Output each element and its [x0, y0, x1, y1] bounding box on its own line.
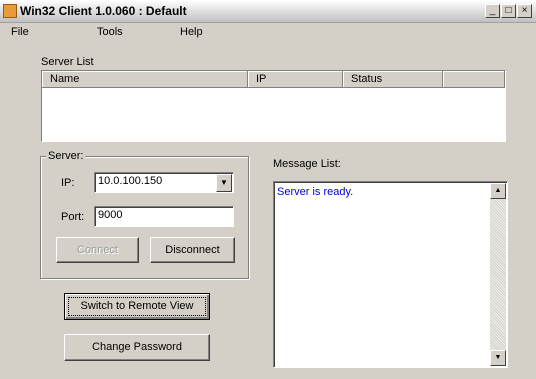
chevron-down-icon[interactable]: ▼ [216, 174, 232, 192]
message-scrollbar[interactable]: ▲ ▼ [490, 183, 506, 366]
column-status-label: Status [351, 73, 383, 85]
menu-file[interactable]: File [11, 26, 29, 38]
window-title: Win32 Client 1.0.060 : Default [20, 4, 187, 18]
server-list[interactable]: Name IP Status [41, 70, 506, 142]
connect-button[interactable]: Connect [56, 237, 139, 263]
title-bar[interactable]: Win32 Client 1.0.060 : Default _ □ × [0, 0, 536, 23]
port-label: Port: [61, 211, 85, 223]
server-list-label: Server List [41, 56, 94, 68]
column-header-blank[interactable] [443, 71, 505, 88]
column-ip-label: IP [256, 73, 267, 85]
menu-bar: File Tools Help [0, 23, 536, 41]
disconnect-button[interactable]: Disconnect [150, 237, 235, 263]
minimize-button[interactable]: _ [485, 4, 500, 18]
focus-indicator [68, 297, 206, 316]
column-name-label: Name [50, 73, 80, 85]
ip-label: IP: [61, 177, 75, 189]
scroll-down-icon[interactable]: ▼ [490, 350, 506, 366]
message-list[interactable]: Server is ready. ▲ ▼ [273, 181, 508, 368]
scroll-up-icon[interactable]: ▲ [490, 183, 506, 199]
close-button[interactable]: × [517, 4, 532, 18]
ip-value: 10.0.100.150 [98, 175, 163, 187]
change-password-button[interactable]: Change Password [64, 334, 210, 361]
column-header-ip[interactable]: IP [248, 71, 343, 88]
message-item: Server is ready. [277, 186, 354, 198]
column-header-name[interactable]: Name [42, 71, 248, 88]
port-field[interactable]: 9000 [94, 206, 234, 227]
column-header-status[interactable]: Status [343, 71, 443, 88]
app-icon [3, 4, 17, 18]
port-value: 9000 [98, 209, 123, 221]
main-window: Win32 Client 1.0.060 : Default _ □ × Fil… [0, 0, 536, 379]
server-group-label: Server: [46, 150, 86, 162]
ip-select[interactable]: 10.0.100.150 ▼ [94, 172, 234, 193]
menu-help[interactable]: Help [180, 26, 203, 38]
menu-tools[interactable]: Tools [97, 26, 123, 38]
maximize-button[interactable]: □ [501, 4, 516, 18]
message-list-label: Message List: [273, 158, 341, 170]
switch-to-remote-view-button[interactable]: Switch to Remote View [64, 293, 210, 320]
